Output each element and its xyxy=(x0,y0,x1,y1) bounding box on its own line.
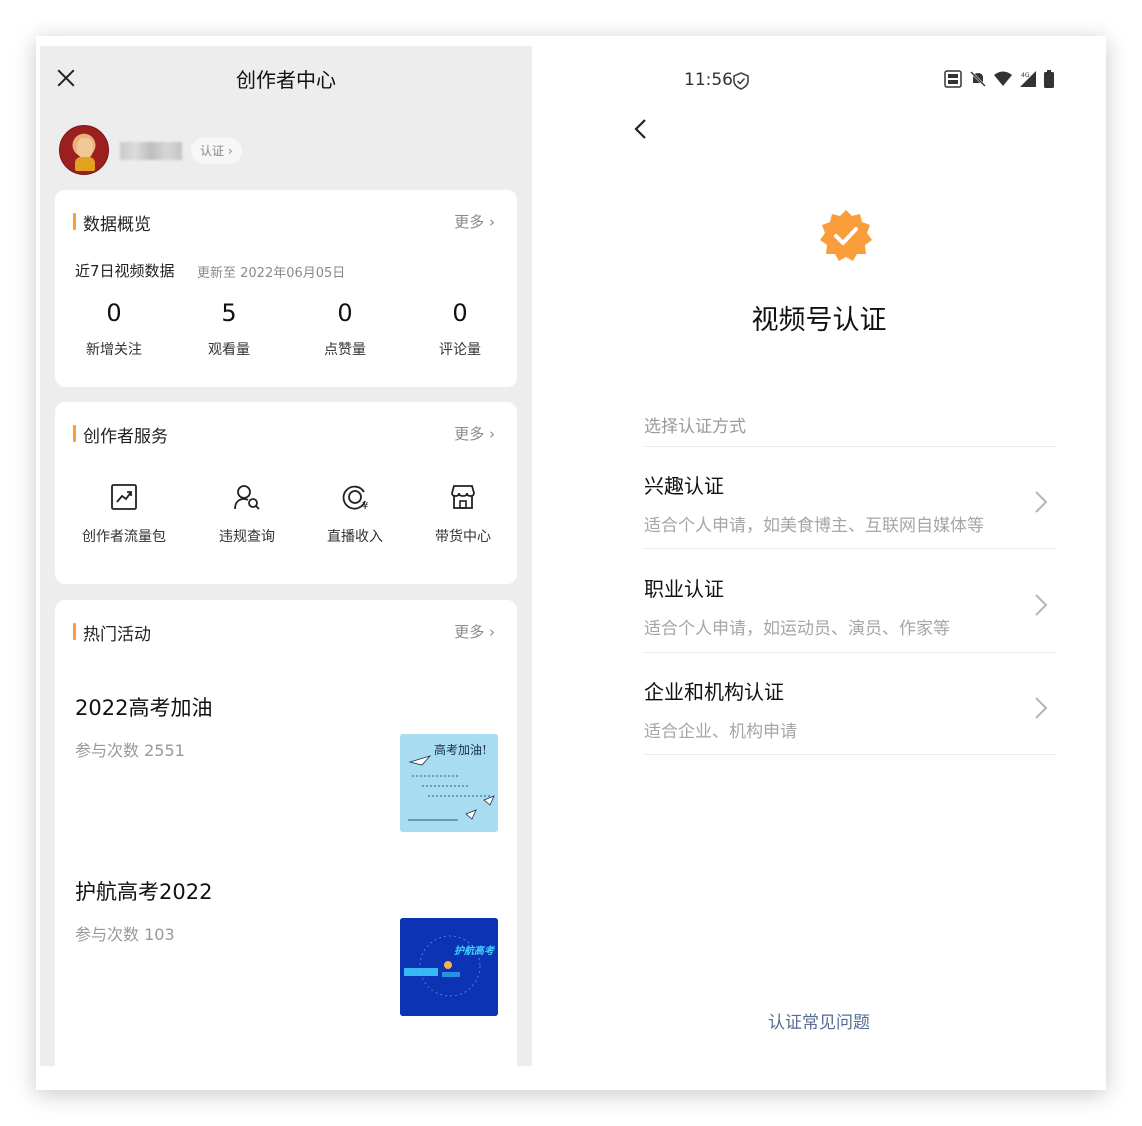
verify-page-title: 视频号认证 xyxy=(751,305,887,336)
more-link[interactable]: 更多 › xyxy=(454,621,495,642)
stat-views[interactable]: 5 观看量 xyxy=(174,298,284,359)
stat-value: 0 xyxy=(337,299,353,327)
service-traffic-pack[interactable]: 创作者流量包 xyxy=(69,482,179,546)
live-income-icon: ¥ xyxy=(342,485,368,512)
stat-label: 观看量 xyxy=(208,342,250,358)
verify-button[interactable]: 认证 › xyxy=(191,138,242,164)
option-professional-verify[interactable]: 职业认证 适合个人申请，如运动员、演员、作家等 xyxy=(644,573,1056,673)
card-heading: 热门活动 xyxy=(73,620,151,645)
stat-new-followers[interactable]: 0 新增关注 xyxy=(59,298,169,359)
battery-icon xyxy=(1044,70,1054,88)
creator-center-screen: 创作者中心 认证 › 数据概览 更多 › 近7日视频数据 更新至 2022年06… xyxy=(40,46,532,1066)
option-desc: 适合企业、机构申请 xyxy=(644,722,797,742)
stat-label: 点赞量 xyxy=(324,342,366,358)
more-link[interactable]: 更多 › xyxy=(454,211,495,232)
activity-count: 参与次数 103 xyxy=(75,925,175,944)
service-commerce-center[interactable]: 带货中心 xyxy=(408,482,518,546)
faq-link[interactable]: 认证常见问题 xyxy=(532,1008,1106,1033)
activity-title[interactable]: 护航高考2022 xyxy=(75,876,212,906)
stat-value: 0 xyxy=(106,299,122,327)
username-blurred xyxy=(120,142,182,160)
volte-icon xyxy=(944,70,962,88)
divider xyxy=(644,754,1056,755)
stats-period: 近7日视频数据 xyxy=(75,262,175,280)
back-chevron-icon[interactable] xyxy=(630,118,652,140)
cellular-signal-icon: 4G xyxy=(1020,71,1036,87)
shop-icon xyxy=(451,485,475,509)
stat-value: 0 xyxy=(452,299,468,327)
top-bar: 创作者中心 xyxy=(40,46,532,108)
service-violation-query[interactable]: 违规查询 xyxy=(192,482,302,546)
option-title: 职业认证 xyxy=(644,577,724,601)
user-search-icon xyxy=(234,485,260,510)
option-interest-verify[interactable]: 兴趣认证 适合个人申请，如美食博主、互联网自媒体等 xyxy=(644,470,1056,570)
option-title: 兴趣认证 xyxy=(644,474,724,498)
card-heading: 数据概览 xyxy=(73,210,151,235)
activity-title[interactable]: 2022高考加油 xyxy=(75,692,212,722)
hot-activities-card: 热门活动 更多 › 2022高考加油 参与次数 2551 高考加油! 护航高考2… xyxy=(55,600,517,1066)
option-enterprise-verify[interactable]: 企业和机构认证 适合企业、机构申请 xyxy=(644,676,1056,776)
stat-label: 新增关注 xyxy=(86,342,142,358)
stats-updated: 更新至 2022年06月05日 xyxy=(197,266,346,281)
video-account-verify-screen: 11:56 4G 视频号认证 选择认证方式 兴趣认证 适合个人申请，如美食博主、… xyxy=(532,36,1106,1090)
activity-thumbnail[interactable]: 护航高考 xyxy=(400,918,498,1016)
svg-text:¥: ¥ xyxy=(362,501,368,512)
divider xyxy=(644,548,1056,549)
page-title: 创作者中心 xyxy=(236,68,336,92)
divider xyxy=(644,446,1056,447)
trend-chart-icon xyxy=(111,484,137,510)
stat-comments[interactable]: 0 评论量 xyxy=(405,298,515,359)
creator-services-card: 创作者服务 更多 › 创作者流量包 违规查询 ¥ 直播收入 带货中心 xyxy=(55,402,517,584)
chevron-right-icon xyxy=(1035,594,1048,616)
service-live-income[interactable]: ¥ 直播收入 xyxy=(300,482,410,546)
status-time: 11:56 xyxy=(684,70,733,90)
avatar[interactable] xyxy=(59,125,109,175)
screenshot-frame: 创作者中心 认证 › 数据概览 更多 › 近7日视频数据 更新至 2022年06… xyxy=(36,36,1106,1090)
gaokao-poster-image: 高考加油! xyxy=(400,734,498,832)
service-label: 创作者流量包 xyxy=(82,529,166,545)
status-icons: 4G xyxy=(944,70,1054,88)
divider xyxy=(644,652,1056,653)
more-link[interactable]: 更多 › xyxy=(454,423,495,444)
option-title: 企业和机构认证 xyxy=(644,680,784,704)
data-overview-card: 数据概览 更多 › 近7日视频数据 更新至 2022年06月05日 0 新增关注… xyxy=(55,190,517,387)
verified-badge-icon xyxy=(820,210,872,261)
service-label: 带货中心 xyxy=(435,529,491,545)
section-label: 选择认证方式 xyxy=(644,417,746,437)
card-heading: 创作者服务 xyxy=(73,422,168,447)
svg-text:护航高考: 护航高考 xyxy=(454,945,496,957)
option-desc: 适合个人申请，如美食博主、互联网自媒体等 xyxy=(644,516,984,536)
option-desc: 适合个人申请，如运动员、演员、作家等 xyxy=(644,619,950,639)
stat-value: 5 xyxy=(221,299,237,327)
chevron-right-icon xyxy=(1035,491,1048,513)
activity-count: 参与次数 2551 xyxy=(75,741,185,760)
service-label: 直播收入 xyxy=(327,529,383,545)
bell-off-icon xyxy=(970,71,986,87)
chevron-right-icon xyxy=(1035,697,1048,719)
service-label: 违规查询 xyxy=(219,529,275,545)
escort-poster-image: 护航高考 xyxy=(400,918,498,1016)
svg-text:4G: 4G xyxy=(1021,72,1030,79)
shield-check-icon xyxy=(733,72,749,90)
svg-text:高考加油!: 高考加油! xyxy=(434,742,487,757)
stat-label: 评论量 xyxy=(439,342,481,358)
activity-thumbnail[interactable]: 高考加油! xyxy=(400,734,498,832)
wifi-icon xyxy=(994,71,1012,86)
stat-likes[interactable]: 0 点赞量 xyxy=(290,298,400,359)
